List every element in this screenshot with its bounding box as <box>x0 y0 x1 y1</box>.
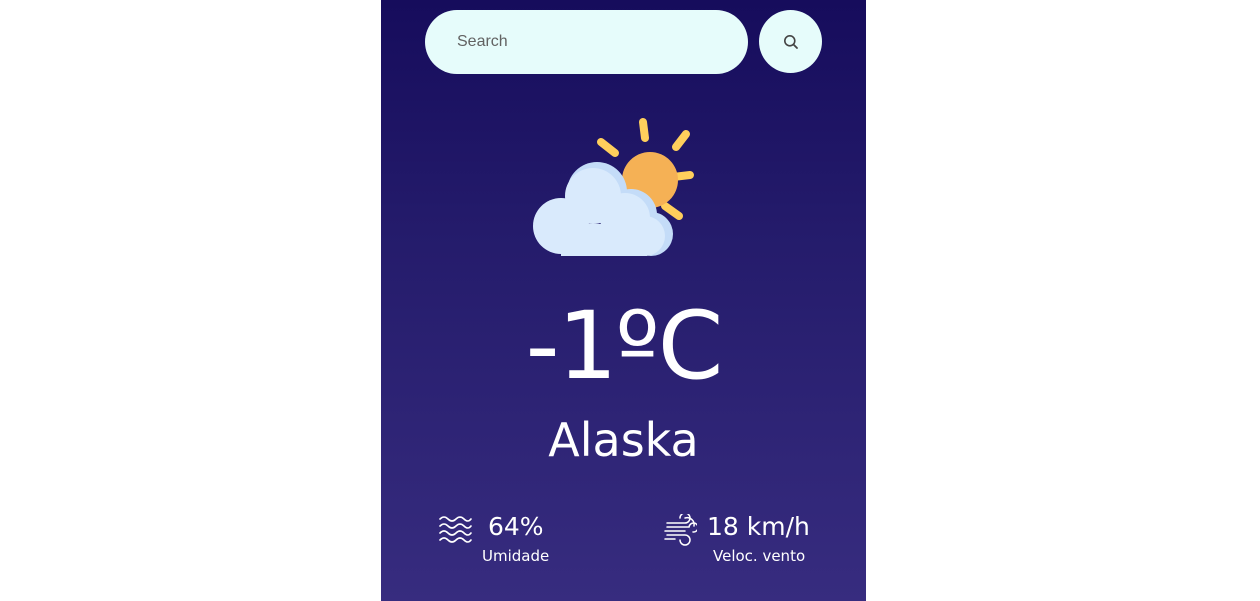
humidity-label: Umidade <box>482 547 550 565</box>
city-name: Alaska <box>548 413 699 467</box>
temperature-value: -1ºC <box>525 292 724 401</box>
wind-detail: 18 km/h Veloc. vento <box>663 510 823 570</box>
search-bar <box>425 10 822 74</box>
wind-icon <box>664 514 697 546</box>
wind-label: Veloc. vento <box>713 547 806 565</box>
weather-card: -1ºC Alaska 64% Umidade 18 km/h V <box>381 0 866 601</box>
humidity-value: 64% <box>488 512 544 541</box>
search-button[interactable] <box>759 10 822 73</box>
search-icon <box>783 34 798 49</box>
partly-cloudy-icon <box>533 118 694 256</box>
wind-value: 18 km/h <box>707 512 810 541</box>
search-input[interactable] <box>425 10 748 74</box>
humidity-waves-icon <box>439 516 472 543</box>
humidity-detail: 64% Umidade <box>438 510 568 570</box>
